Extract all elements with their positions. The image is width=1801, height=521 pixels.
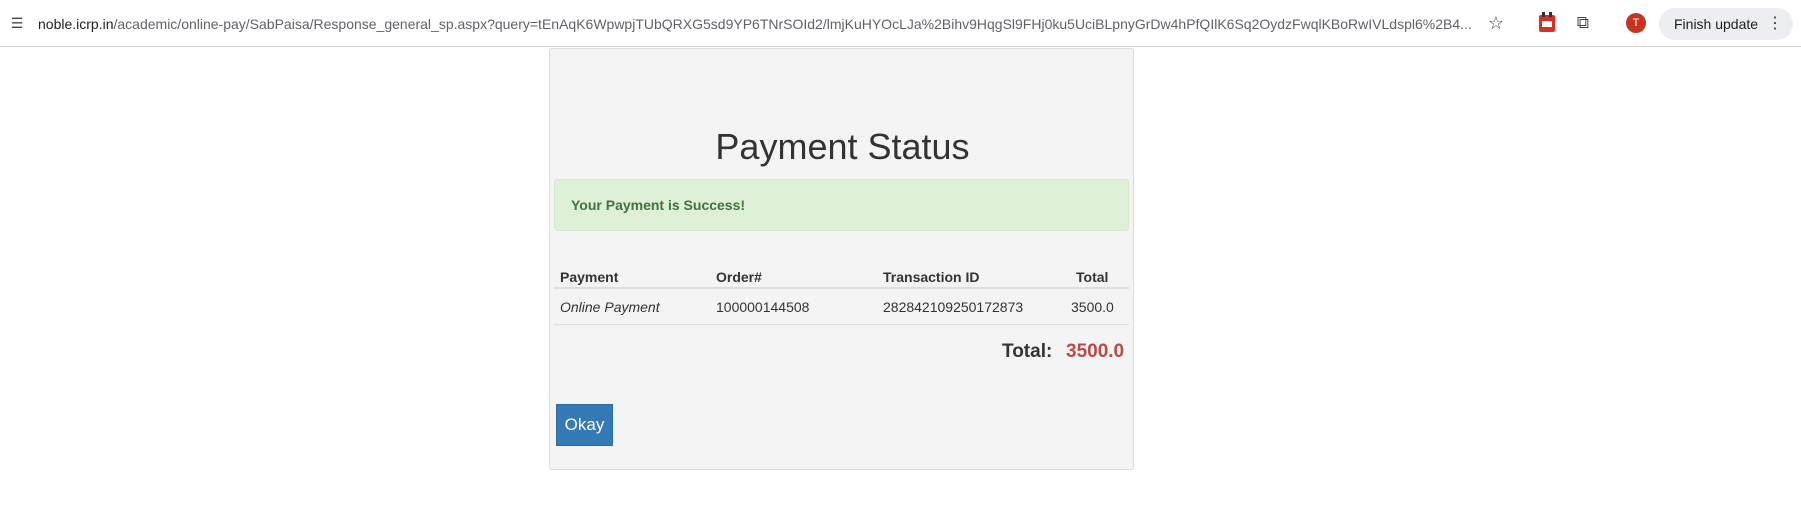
- cell-transaction-id: 282842109250172873: [883, 299, 1024, 315]
- header-payment: Payment: [560, 269, 619, 285]
- cell-payment: Online Payment: [560, 299, 660, 315]
- url-host: noble.icrp.in: [38, 16, 114, 32]
- address-bar[interactable]: noble.icrp.in/academic/online-pay/SabPai…: [38, 14, 1472, 34]
- more-menu-icon[interactable]: ⋮: [1767, 8, 1783, 40]
- grand-total-value: 3500.0: [1066, 341, 1125, 362]
- finish-update-button[interactable]: Finish update ⋮: [1659, 8, 1793, 40]
- header-total: Total: [1076, 269, 1109, 285]
- okay-button[interactable]: Okay: [556, 404, 613, 446]
- browser-toolbar: ☰ noble.icrp.in/academic/online-pay/SabP…: [0, 0, 1801, 47]
- cell-total: 3500.0: [1071, 299, 1114, 315]
- cell-order: 100000144508: [716, 299, 810, 315]
- payment-status-panel: Payment Status Your Payment is Success! …: [549, 48, 1134, 470]
- table-header-divider: [554, 287, 1129, 289]
- header-order: Order#: [716, 269, 762, 285]
- page-title: Payment Status: [715, 126, 970, 167]
- success-alert: Your Payment is Success!: [554, 179, 1129, 231]
- site-info-icon[interactable]: ☰: [8, 14, 26, 32]
- pdf-extension-icon[interactable]: [1537, 12, 1557, 34]
- header-transaction-id: Transaction ID: [883, 269, 980, 285]
- extensions-puzzle-icon[interactable]: ⧉: [1573, 13, 1593, 33]
- url-path: /academic/online-pay/SabPaisa/Response_g…: [113, 16, 1472, 32]
- finish-update-label: Finish update: [1674, 16, 1759, 32]
- alert-message: Your Payment is Success!: [571, 197, 746, 213]
- table-row-divider: [554, 324, 1129, 325]
- profile-avatar[interactable]: T: [1626, 13, 1646, 33]
- bookmark-star-icon[interactable]: ☆: [1486, 13, 1506, 33]
- grand-total-label: Total:: [1002, 341, 1053, 362]
